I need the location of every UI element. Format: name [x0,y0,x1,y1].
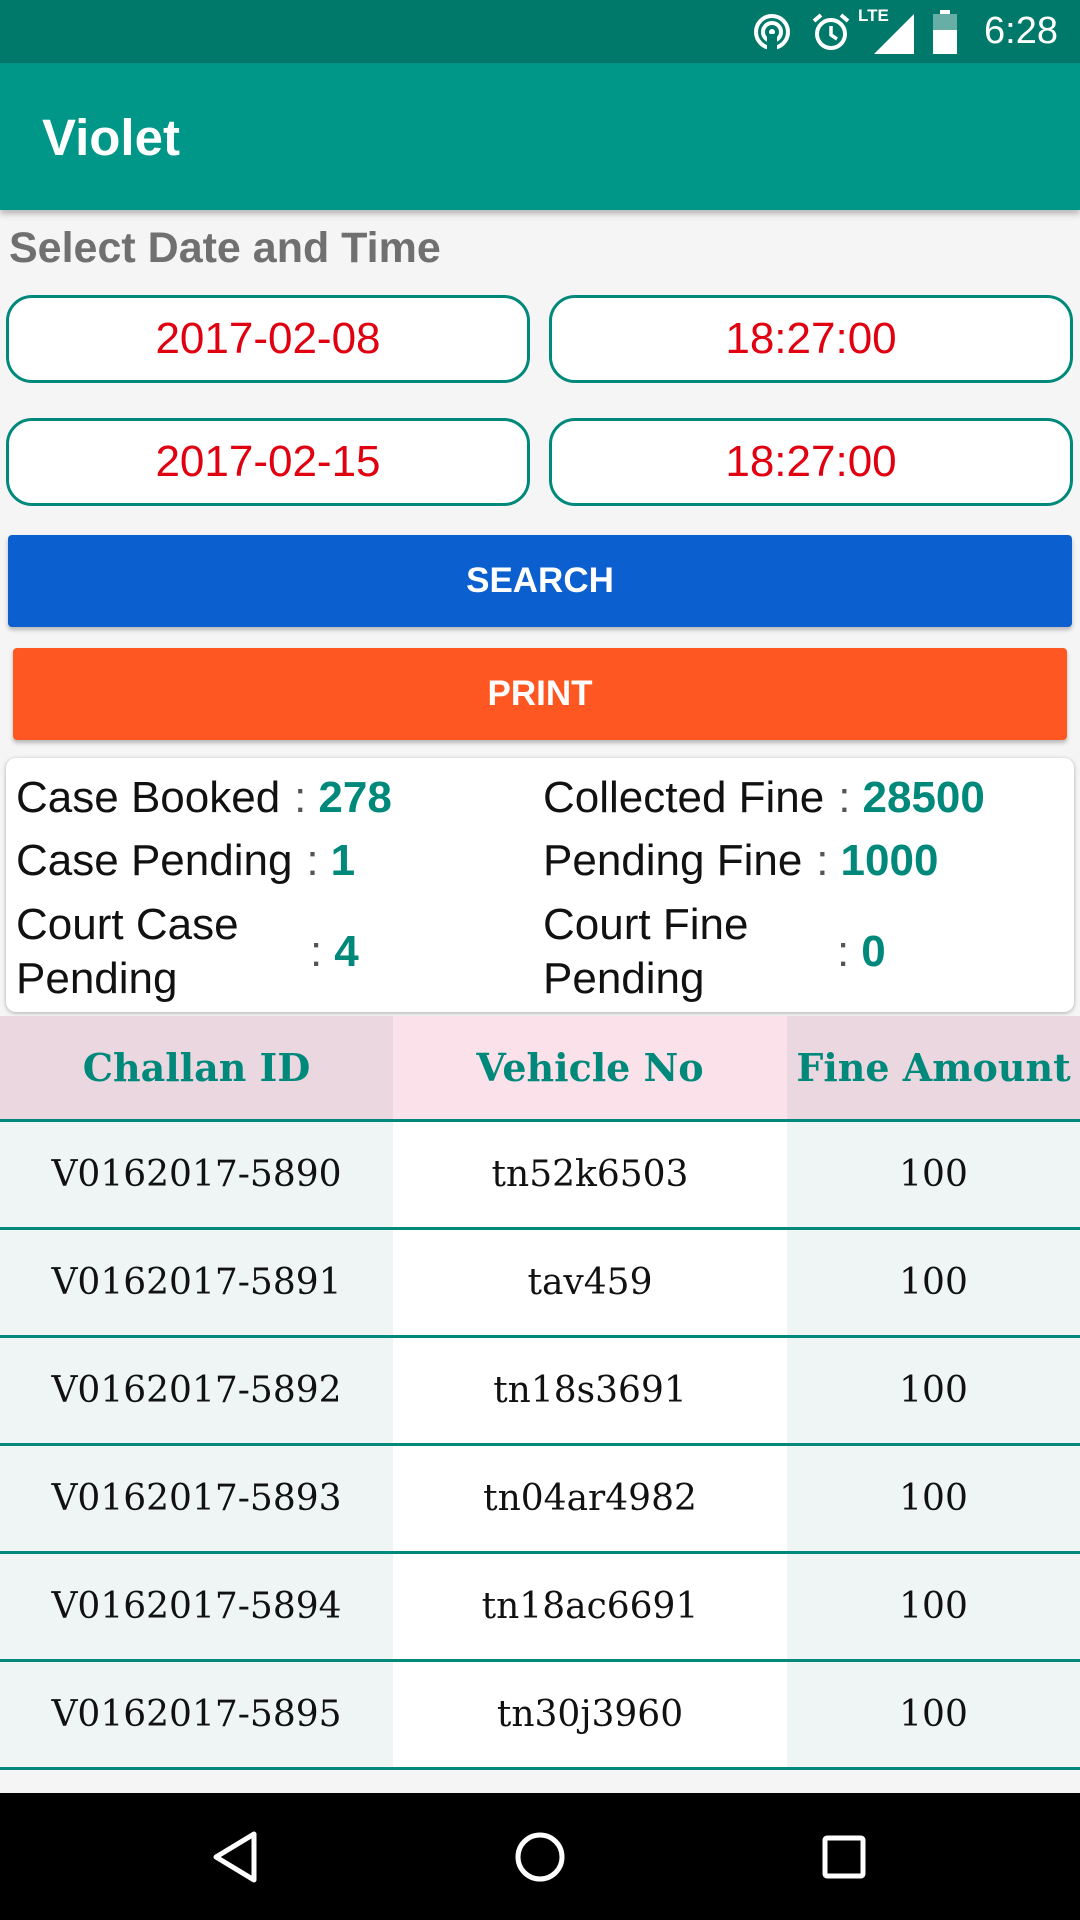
fine-amount-cell: 100 [787,1338,1080,1443]
search-button[interactable]: SEARCH [8,535,1072,627]
vehicle-no-cell: tn04ar4982 [393,1446,787,1551]
clock: 6:28 [984,10,1058,52]
header-challan-id: Challan ID [0,1016,393,1119]
vehicle-no-cell: tn52k6503 [393,1122,787,1227]
status-bar: LTE 6:28 [0,0,1080,63]
court-fine-pending-stat: Court Fine Pending : 0 [543,898,886,1006]
lte-signal-icon: LTE [858,6,915,54]
stat-label: Pending Fine [543,836,803,885]
network-label: LTE [858,5,889,25]
vehicle-no-cell: tn30j3960 [393,1662,787,1767]
fine-amount-cell: 100 [787,1446,1080,1551]
case-booked-stat: Case Booked : 278 [16,773,392,823]
challan-id-cell: V0162017-5894 [0,1554,393,1659]
fine-amount-cell: 100 [787,1122,1080,1227]
stat-label: Case Pending [16,836,293,885]
pending-fine-stat: Pending Fine : 1000 [543,836,938,886]
back-icon[interactable] [175,1793,295,1920]
to-date-field[interactable]: 2017-02-15 [6,418,530,506]
stat-label: Court Case Pending [16,900,239,1003]
challan-id-cell: V0162017-5890 [0,1122,393,1227]
fine-amount-cell: 100 [787,1662,1080,1767]
table-row[interactable]: V0162017-5892 tn18s3691 100 [0,1338,1080,1446]
case-pending-stat: Case Pending : 1 [16,836,355,886]
app-title: Violet [42,109,180,166]
stat-colon: : [310,927,323,976]
challan-id-cell: V0162017-5892 [0,1338,393,1443]
vehicle-no-cell: tn18ac6691 [393,1554,787,1659]
fine-amount-cell: 100 [787,1230,1080,1335]
collected-fine-stat: Collected Fine : 28500 [543,773,985,823]
hotspot-icon [752,12,792,52]
stat-colon: : [816,836,829,885]
table-row[interactable]: V0162017-5891 tav459 100 [0,1230,1080,1338]
table-row[interactable]: V0162017-5890 tn52k6503 100 [0,1122,1080,1230]
stat-colon: : [838,773,851,822]
header-vehicle-no: Vehicle No [393,1016,787,1119]
from-date-field[interactable]: 2017-02-08 [6,295,530,383]
challan-id-cell: V0162017-5891 [0,1230,393,1335]
challan-table: Challan ID Vehicle No Fine Amount V01620… [0,1016,1080,1770]
summary-card: Case Booked : 278 Collected Fine : 28500… [6,758,1074,1012]
vehicle-no-cell: tav459 [393,1230,787,1335]
table-row[interactable]: V0162017-5895 tn30j3960 100 [0,1662,1080,1770]
stat-value: 278 [318,773,392,822]
challan-id-cell: V0162017-5893 [0,1446,393,1551]
section-label: Select Date and Time [9,224,441,272]
stat-label: Court Fine Pending [543,900,749,1003]
navigation-bar [0,1793,1080,1920]
home-icon[interactable] [480,1793,600,1920]
recents-icon[interactable] [784,1793,904,1920]
fine-amount-cell: 100 [787,1554,1080,1659]
challan-id-cell: V0162017-5895 [0,1662,393,1767]
stat-value: 4 [334,927,359,976]
table-row[interactable]: V0162017-5893 tn04ar4982 100 [0,1446,1080,1554]
stat-colon: : [306,836,319,885]
table-header: Challan ID Vehicle No Fine Amount [0,1016,1080,1122]
app-bar: Violet [0,63,1080,210]
table-row[interactable]: V0162017-5894 tn18ac6691 100 [0,1554,1080,1662]
stat-value: 0 [861,927,886,976]
stat-value: 1 [330,836,356,885]
print-button[interactable]: PRINT [13,648,1067,740]
from-time-field[interactable]: 18:27:00 [549,295,1073,383]
stat-value: 28500 [862,773,985,822]
stat-colon: : [294,773,307,822]
header-fine-amount: Fine Amount [787,1016,1080,1119]
stat-label: Collected Fine [543,773,825,822]
stat-value: 1000 [840,836,939,885]
alarm-icon [810,11,852,53]
stat-colon: : [837,927,850,976]
vehicle-no-cell: tn18s3691 [393,1338,787,1443]
stat-label: Case Booked [16,773,281,822]
to-time-field[interactable]: 18:27:00 [549,418,1073,506]
court-case-pending-stat: Court Case Pending : 4 [16,898,359,1006]
battery-icon [932,9,958,54]
